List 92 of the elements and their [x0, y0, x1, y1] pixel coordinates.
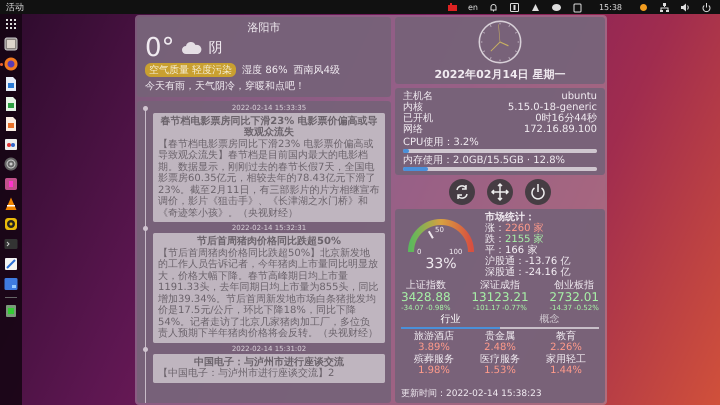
stat-value: -13.76 亿 [525, 256, 570, 266]
status-dot-icon[interactable] [638, 2, 649, 12]
tab[interactable]: 行业 [401, 314, 500, 328]
app-icon[interactable] [3, 176, 19, 192]
stat-label: 平： [485, 244, 505, 256]
info-label: 主机名 [403, 90, 433, 102]
cloud-icon [180, 40, 203, 54]
update-time: 更新时间：2022-02-14 15:38:23 [401, 388, 543, 400]
move-icon [489, 180, 511, 202]
weather-condition: 阴 [208, 38, 223, 56]
stat-value: -24.16 亿 [525, 266, 570, 278]
sector-change: 2.48% [483, 342, 517, 352]
news-title: 中国电子：与泸州市进行座谈交流 [193, 356, 345, 368]
stat-label: 深股通： [485, 266, 525, 278]
sector-name: 教育 [555, 330, 577, 342]
sector-name: 殡葬服务 [413, 354, 455, 364]
stat-label: 跌： [485, 234, 505, 244]
power-button[interactable] [525, 178, 551, 204]
info-value: ubuntu [561, 90, 597, 102]
app-indicator-icon[interactable] [508, 2, 520, 12]
globe-icon[interactable] [3, 56, 19, 72]
stat-value: 2260 家 [505, 222, 544, 234]
cone-icon[interactable] [3, 196, 19, 212]
news-item[interactable]: 节后首周猪肉价格同比跌超50% 【节后首周猪肉价格同比跌超50%】北京新发地的工作人员告诉记者，今年猪肉上市量同比明显放大，价格大幅下降。春节高峰期日均上市量1191.33头，去年同期日均上市量为855头，同比增加39.34%。节后首周新发地市场白条猪批发均价是17.5元/公斤，环比下降18%，同比下降54%。记者走访了北京几家猪肉加工厂，多位负责人预期下半年猪肉价格将会反转。（央视财经） [153, 233, 385, 342]
activities-button[interactable]: 活动 [6, 0, 24, 14]
index-value: 3428.88 [401, 290, 451, 304]
sector-change: 1.44% [549, 364, 583, 376]
air-quality-badge: 空气质量 轻度污染 [145, 62, 236, 76]
sector-change: 3.89% [417, 342, 451, 352]
bag-icon[interactable] [3, 136, 19, 152]
humidity-text: 湿度 86% [242, 64, 288, 76]
terminal-icon[interactable] [3, 236, 19, 252]
temperature: 0° [145, 34, 175, 60]
pen-icon[interactable] [3, 256, 19, 272]
city-name: 洛阳市 [246, 20, 282, 34]
bell-icon[interactable] [488, 2, 499, 12]
refresh-button[interactable] [449, 178, 475, 204]
meter-label: 内存使用：2.0GB/15.5GB · 12.8% [403, 154, 566, 166]
wind-text: 西南风4级 [294, 64, 340, 76]
network-icon[interactable] [659, 2, 670, 12]
news-item[interactable]: 中国电子：与泸州市进行座谈交流 【中国电子：与泸州市进行座谈交流】2 [153, 354, 385, 382]
app-grid-icon[interactable] [3, 16, 19, 32]
presentation-icon[interactable] [3, 116, 19, 132]
trash-icon[interactable] [3, 303, 19, 319]
stat-label: 涨： [485, 222, 505, 234]
info-value: 0时16分44秒 [535, 112, 597, 124]
stat-value: 166 家 [505, 244, 538, 256]
sector-name: 旅游酒店 [413, 330, 455, 342]
speaker-icon[interactable] [3, 216, 19, 232]
sector-name: 家用轻工 [545, 354, 587, 364]
news-text: 【中国电子：与泸州市进行座谈交流】2 [158, 368, 334, 380]
gauge-reading: 33% [424, 256, 458, 272]
news-text: 【春节档电影票房同比下滑23% 电影票价偏高或导致观众流失】春节档是目前国内最大的电影档期。数据显示，刚刚过去的春节长假7天，全国电影票房60.35亿元，相较去年的78.43亿元下滑了23%。截至2月11日，有三部影片的片方相继宣布调价，影片《狙击手》、《长津湖之水门桥》和《奇迹笨小孩》。（央视财经） [158, 138, 380, 219]
keyboard-indicator-icon[interactable] [446, 2, 458, 12]
power-icon[interactable] [701, 2, 712, 12]
meter-label: CPU使用：3.2% [403, 136, 480, 148]
sector-change: 2.26% [549, 342, 583, 352]
triangle-icon[interactable] [530, 2, 541, 12]
index-name: 深证成指 [480, 280, 520, 290]
news-text: 【节后首周猪肉价格同比跌超50%】北京新发地的工作人员告诉记者，今年猪肉上市量同比明显放大，价格大幅下降。春节高峰期日均上市量1191.33头，去年同期日均上市量为855头，同比增加39.34%。节后首周新发地市场白条猪批发均价是17.5元/公斤，环比下降18%，同比下降54%。记者走访了北京几家猪肉加工厂，多位负责人预期下半年猪肉价格将会反转。（央视财经） [158, 248, 380, 340]
stats-title: 市场统计： [485, 212, 536, 222]
window-icon[interactable] [3, 36, 19, 52]
info-value: 172.16.89.100 [524, 124, 597, 134]
news-item[interactable]: 春节档电影票房同比下滑23% 电影票价偏高或导致观众流失 【春节档电影票房同比下滑23% 电影票价偏高或导致观众流失】春节档是目前国内最大的电影档期。数据显示，刚刚过去的春节长假7天，全国电影票房60.35亿元，相较去年的78.43亿元下滑了23%。截至2月11日，有三部影片的片方相继宣布调价，影片《狙击手》、《长津湖之水门桥》和《奇迹笨小孩》。（央视财经） [153, 112, 385, 222]
date-text: 2022年02月14日 星期一 [434, 66, 566, 82]
sector-change: 1.53% [483, 364, 517, 376]
stat-label: 沪股通： [485, 256, 525, 266]
volume-icon[interactable] [680, 2, 691, 12]
info-label: 网络 [403, 124, 423, 134]
info-label: 已开机 [403, 112, 433, 124]
index-name: 创业板指 [554, 280, 594, 290]
index-name: 上证指数 [406, 280, 446, 290]
move-button[interactable] [487, 178, 513, 204]
news-title: 春节档电影票房同比下滑23% 电影票价偏高或导致观众流失 [159, 116, 379, 138]
info-label: 内核 [403, 102, 423, 112]
document-icon[interactable] [3, 76, 19, 92]
clock-text[interactable]: 15:38 [598, 2, 622, 12]
disk-icon[interactable] [3, 156, 19, 172]
sector-name: 医疗服务 [479, 354, 521, 364]
info-value: 5.15.0-18-generic [508, 102, 597, 112]
weather-tip: 今天有雨，天气阴冷，穿暖和点吧！ [145, 80, 306, 92]
stat-value: 2155 家 [505, 234, 544, 244]
spreadsheet-icon[interactable] [3, 96, 19, 112]
analog-clock-drawing [477, 18, 523, 64]
tab[interactable]: 概念 [500, 314, 599, 326]
sector-name: 贵金属 [484, 330, 516, 342]
news-title: 节后首周猪肉价格同比跌超50% [196, 236, 342, 248]
index-value: 13123.21 [471, 290, 529, 304]
screen-icon[interactable] [3, 276, 19, 292]
index-value: 2732.01 [549, 290, 599, 304]
sector-change: 1.98% [417, 364, 451, 376]
language-indicator[interactable]: en [468, 2, 478, 12]
